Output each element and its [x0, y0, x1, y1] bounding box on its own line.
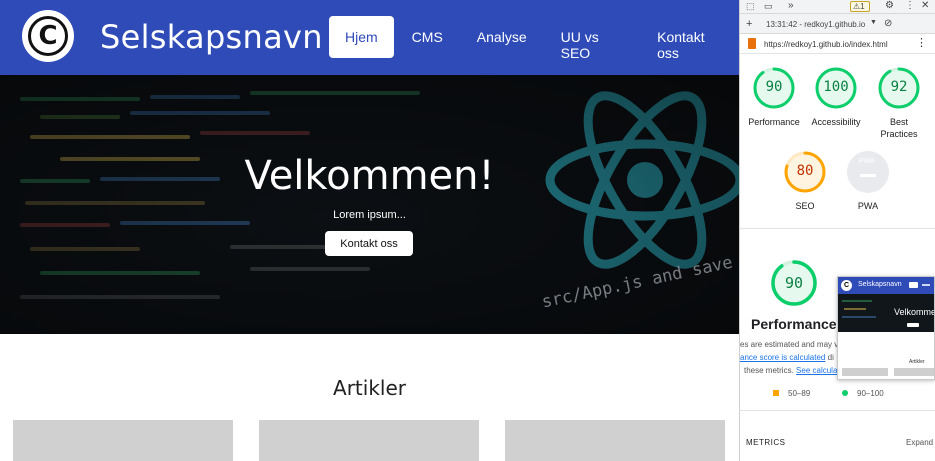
legend-pass-range: 90–100	[857, 389, 884, 398]
pwa-badge-text: PWA	[859, 158, 875, 165]
lighthouse-url-bar: https://redkoy1.github.io/index.html ⋮	[740, 34, 935, 54]
logo-letter: C	[28, 16, 68, 56]
kebab-menu-icon[interactable]: ⋮	[905, 0, 915, 11]
thumb-card	[842, 368, 888, 376]
thumb-logo-letter: C	[841, 280, 852, 291]
url-menu-icon[interactable]: ⋮	[916, 36, 927, 49]
nav-item-kontakt-oss[interactable]: Kontakt oss	[641, 16, 737, 61]
hero-title: Velkommen!	[244, 153, 495, 199]
navbar: C Selskapsnavn Hjem CMS Analyse UU vs SE…	[0, 0, 739, 75]
accessibility-label: Accessibility	[811, 117, 861, 127]
thumb-nav-item	[922, 284, 930, 286]
seo-score: 80	[796, 163, 814, 179]
lighthouse-toolbar: + 13:31:42 - redkoy1.github.io ▼ ⊘	[740, 14, 935, 34]
clear-icon[interactable]: ⊘	[884, 18, 892, 29]
expand-toggle[interactable]: Expand	[906, 438, 933, 447]
thumb-articles: Artikler	[909, 359, 925, 365]
thumb-code-line	[844, 308, 866, 310]
add-report-icon[interactable]: +	[746, 18, 752, 30]
article-card[interactable]	[259, 420, 479, 461]
nav-item-uu-vs-seo[interactable]: UU vs SEO	[545, 16, 640, 61]
thumb-hero-title: Velkomme	[894, 307, 935, 317]
warning-badge[interactable]: ⚠1	[850, 1, 870, 12]
metrics-heading: METRICS	[746, 438, 786, 447]
dropdown-arrow-icon[interactable]: ▼	[870, 19, 877, 26]
score-calculated-link[interactable]: ance score is calculated	[740, 353, 825, 362]
close-icon[interactable]: ✕	[921, 0, 929, 11]
company-logo[interactable]: C	[22, 10, 74, 62]
nav-item-hjem[interactable]: Hjem	[329, 16, 394, 58]
audited-url: https://redkoy1.github.io/index.html	[764, 40, 888, 49]
website-viewport: C Selskapsnavn Hjem CMS Analyse UU vs SE…	[0, 0, 739, 461]
metrics-divider	[739, 410, 935, 411]
thumb-card	[894, 368, 934, 376]
article-card[interactable]	[13, 420, 233, 461]
thumb-code-line	[842, 300, 872, 302]
settings-gear-icon[interactable]: ⚙	[885, 0, 894, 11]
best-practices-score: 92	[890, 79, 908, 95]
pwa-label: PWA	[857, 201, 879, 211]
pwa-badge-icon[interactable]	[846, 150, 890, 194]
warning-count: 1	[860, 2, 865, 11]
legend-average-square	[773, 390, 779, 396]
thumb-code-line	[842, 316, 876, 318]
hero-subtitle: Lorem ipsum...	[333, 209, 406, 221]
thumb-navbar: C Selskapsnavn	[838, 277, 934, 294]
nav-item-cms[interactable]: CMS	[396, 16, 459, 58]
hero-banner: src/App.js and save to rel Velkommen! Lo…	[0, 75, 739, 334]
article-card[interactable]	[505, 420, 725, 461]
report-selector[interactable]: 13:31:42 - redkoy1.github.io	[766, 20, 865, 29]
lighthouse-icon	[748, 38, 756, 49]
performance-label: Performance	[748, 117, 800, 127]
legend-average-range: 50–89	[788, 389, 811, 398]
devtools-divider	[739, 228, 935, 229]
inspect-icon[interactable]: ⬚	[746, 1, 755, 12]
contact-button[interactable]: Kontakt oss	[325, 231, 413, 256]
metrics-note: these metrics. See calcula	[744, 366, 838, 375]
seo-label: SEO	[795, 201, 815, 211]
thumb-hero: Velkomme	[838, 294, 935, 332]
score-calc-note: ance score is calculated di	[740, 353, 834, 362]
more-tabs-icon[interactable]: »	[788, 0, 794, 11]
articles-heading: Artikler	[333, 376, 406, 400]
hero-overlay	[0, 75, 739, 334]
performance-score: 90	[765, 79, 783, 95]
devtools-tabbar: ⬚ ▭ » ⚠1 ⚙ ⋮ ✕	[740, 0, 935, 14]
estimate-note: es are estimated and may va	[740, 340, 843, 349]
final-screenshot-thumbnail[interactable]: C Selskapsnavn Velkomme Artikler	[837, 276, 935, 380]
legend-pass-dot	[842, 390, 848, 396]
accessibility-score: 100	[823, 79, 849, 95]
nav-item-analyse[interactable]: Analyse	[461, 16, 543, 58]
performance-section-title: Performance	[751, 316, 837, 332]
thumb-hero-button	[907, 323, 919, 327]
see-calculator-link[interactable]: See calcula	[796, 366, 837, 375]
thumb-brand: Selskapsnavn	[858, 281, 902, 288]
brand-name[interactable]: Selskapsnavn	[100, 18, 323, 56]
best-practices-label: Best Practices	[880, 117, 918, 139]
main-nav: Hjem CMS Analyse UU vs SEO Kontakt oss	[329, 16, 739, 61]
thumb-nav-active	[909, 282, 918, 288]
performance-big-score: 90	[784, 274, 804, 292]
device-toggle-icon[interactable]: ▭	[764, 1, 773, 12]
